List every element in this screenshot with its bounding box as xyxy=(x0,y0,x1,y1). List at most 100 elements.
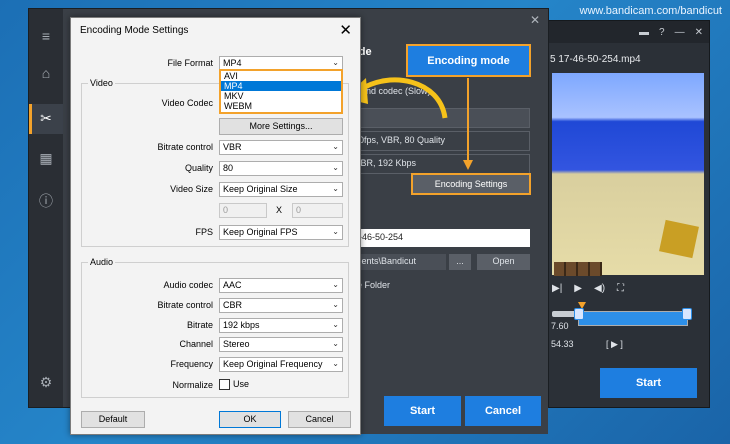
video-preview[interactable] xyxy=(552,73,704,276)
chevron-down-icon: ⌄ xyxy=(332,227,339,236)
size-width-input[interactable]: 0 xyxy=(219,203,267,218)
audio-codec-value: AAC xyxy=(223,280,242,290)
video-filename: 5 17-46-50-254.mp4 xyxy=(550,54,641,65)
format-option-webm[interactable]: WEBM xyxy=(221,101,341,111)
use-label[interactable]: Use xyxy=(233,379,249,389)
chevron-down-icon: ⌄ xyxy=(332,320,339,329)
chevron-down-icon: ⌄ xyxy=(332,359,339,368)
video-size-select[interactable]: Keep Original Size ⌄ xyxy=(219,182,343,197)
chevron-down-icon: ⌄ xyxy=(332,163,339,172)
default-button[interactable]: Default xyxy=(81,411,145,428)
chevron-down-icon: ⌄ xyxy=(332,184,339,193)
audio-codec-select[interactable]: AAC ⌄ xyxy=(219,278,343,293)
chevron-down-icon: ⌄ xyxy=(332,58,339,67)
normalize-checkbox[interactable] xyxy=(219,379,230,390)
output-path-field[interactable]: ments\Bandicut xyxy=(350,254,446,270)
audio-group-label: Audio xyxy=(88,257,116,267)
window-close-icon[interactable]: ✕ xyxy=(530,13,540,27)
size-x-label: X xyxy=(276,205,283,215)
video-size-value: Keep Original Size xyxy=(223,184,298,194)
start-button-right[interactable]: Start xyxy=(600,368,697,398)
chevron-down-icon: ⌄ xyxy=(332,280,339,289)
audio-bitrate-control-value: CBR xyxy=(223,300,243,310)
bitrate-select[interactable]: 192 kbps ⌄ xyxy=(219,318,343,333)
format-option-mkv[interactable]: MKV xyxy=(221,91,341,101)
help-icon[interactable]: ? xyxy=(659,27,665,38)
browse-button[interactable]: ... xyxy=(449,254,471,270)
video-dirt-blocks xyxy=(554,262,602,276)
next-frame-icon[interactable]: ▶ xyxy=(574,283,582,294)
time-value: 7.60 xyxy=(551,321,569,331)
format-option-avi[interactable]: AVI xyxy=(221,71,341,81)
open-folder-button[interactable]: Open xyxy=(477,254,530,270)
quality-label: Quality xyxy=(184,163,213,173)
quality-select[interactable]: 80 ⌄ xyxy=(219,161,343,176)
volume-icon[interactable]: ◀) xyxy=(594,283,605,294)
frequency-label: Frequency xyxy=(170,359,213,369)
format-option-mp4[interactable]: MP4 xyxy=(221,81,341,91)
video-group-label: Video xyxy=(88,78,115,88)
encoding-mode-dialog: Encoding Mode Settings ✕ File Format MP4… xyxy=(70,17,361,435)
file-format-label: File Format xyxy=(167,58,213,68)
dialog-title: Encoding Mode Settings xyxy=(80,25,189,36)
audio-codec-label: Audio codec xyxy=(163,280,213,290)
video-gold-block xyxy=(659,219,699,259)
minimize-icon[interactable]: — xyxy=(675,27,685,38)
size-height-input[interactable]: 0 xyxy=(292,203,343,218)
cut-icon[interactable]: ✂ xyxy=(37,109,55,127)
vertical-arrow-head xyxy=(463,160,473,170)
file-format-value: MP4 xyxy=(223,58,242,68)
more-settings-button[interactable]: More Settings... xyxy=(219,118,343,135)
dialog-close-icon[interactable]: ✕ xyxy=(339,21,352,39)
gear-icon[interactable]: ⚙ xyxy=(37,373,55,391)
bitrate-control-select[interactable]: VBR ⌄ xyxy=(219,140,343,155)
ok-button[interactable]: OK xyxy=(219,411,281,428)
timeline-end-handle[interactable] xyxy=(682,308,692,320)
preview-titlebar: ▬ ? — ✕ xyxy=(546,21,709,43)
channel-select[interactable]: Stereo ⌄ xyxy=(219,337,343,352)
watermark: www.bandicam.com/bandicut xyxy=(579,5,722,17)
playback-controls: ▶| ▶ ◀) ⛶ xyxy=(552,283,624,294)
fullscreen-icon[interactable]: ⛶ xyxy=(617,283,624,294)
film-icon[interactable]: ▦ xyxy=(37,149,55,167)
fps-value: Keep Original FPS xyxy=(223,227,298,237)
chevron-down-icon: ⌄ xyxy=(332,300,339,309)
channel-value: Stereo xyxy=(223,339,250,349)
bitrate-control-value: VBR xyxy=(223,142,242,152)
normalize-label: Normalize xyxy=(172,380,213,390)
spacer xyxy=(350,200,530,210)
info-icon[interactable]: ⓘ xyxy=(37,192,55,210)
timeline-start-handle[interactable] xyxy=(574,308,584,320)
chevron-down-icon: ⌄ xyxy=(332,339,339,348)
time-value-2: 54.33 xyxy=(551,339,574,349)
cancel-button[interactable]: Cancel xyxy=(465,396,541,426)
channel-label: Channel xyxy=(179,339,213,349)
quality-value: 80 xyxy=(223,163,234,173)
video-size-label: Video Size xyxy=(170,184,213,194)
video-codec-label: Video Codec xyxy=(161,98,213,108)
close-icon[interactable]: ✕ xyxy=(695,27,703,38)
audio-bitrate-control-label: Bitrate control xyxy=(157,300,213,310)
play-segment-button[interactable]: [ ▶ ] xyxy=(606,339,623,350)
frequency-select[interactable]: Keep Original Frequency ⌄ xyxy=(219,357,343,372)
frequency-value: Keep Original Frequency xyxy=(223,359,323,369)
audio-bitrate-control-select[interactable]: CBR ⌄ xyxy=(219,298,343,313)
start-button[interactable]: Start xyxy=(384,396,461,426)
bitrate-control-label: Bitrate control xyxy=(157,142,213,152)
cancel-dialog-button[interactable]: Cancel xyxy=(288,411,351,428)
fps-select[interactable]: Keep Original FPS ⌄ xyxy=(219,225,343,240)
sidebar: ≡ ⌂ ✂ ▦ ⓘ ⚙ xyxy=(29,9,63,407)
timeline-slider[interactable] xyxy=(552,302,692,326)
bitrate-label: Bitrate xyxy=(186,320,213,330)
play-pause-icon[interactable]: ▶| xyxy=(552,283,562,294)
folder-icon[interactable]: ▬ xyxy=(639,27,649,38)
menu-icon[interactable]: ≡ xyxy=(37,27,55,45)
bitrate-value: 192 kbps xyxy=(223,320,260,330)
preview-window: ▬ ? — ✕ 5 17-46-50-254.mp4 ▶| ▶ ◀) ⛶ 7.6… xyxy=(545,20,710,408)
fps-label: FPS xyxy=(195,227,213,237)
timeline-selection xyxy=(578,311,688,326)
output-filename-input[interactable]: 7-46-50-254 xyxy=(350,229,530,247)
file-format-dropdown-list[interactable]: AVI MP4 MKV WEBM xyxy=(219,69,343,114)
curved-arrow-path xyxy=(358,77,448,119)
home-icon[interactable]: ⌂ xyxy=(37,64,55,82)
